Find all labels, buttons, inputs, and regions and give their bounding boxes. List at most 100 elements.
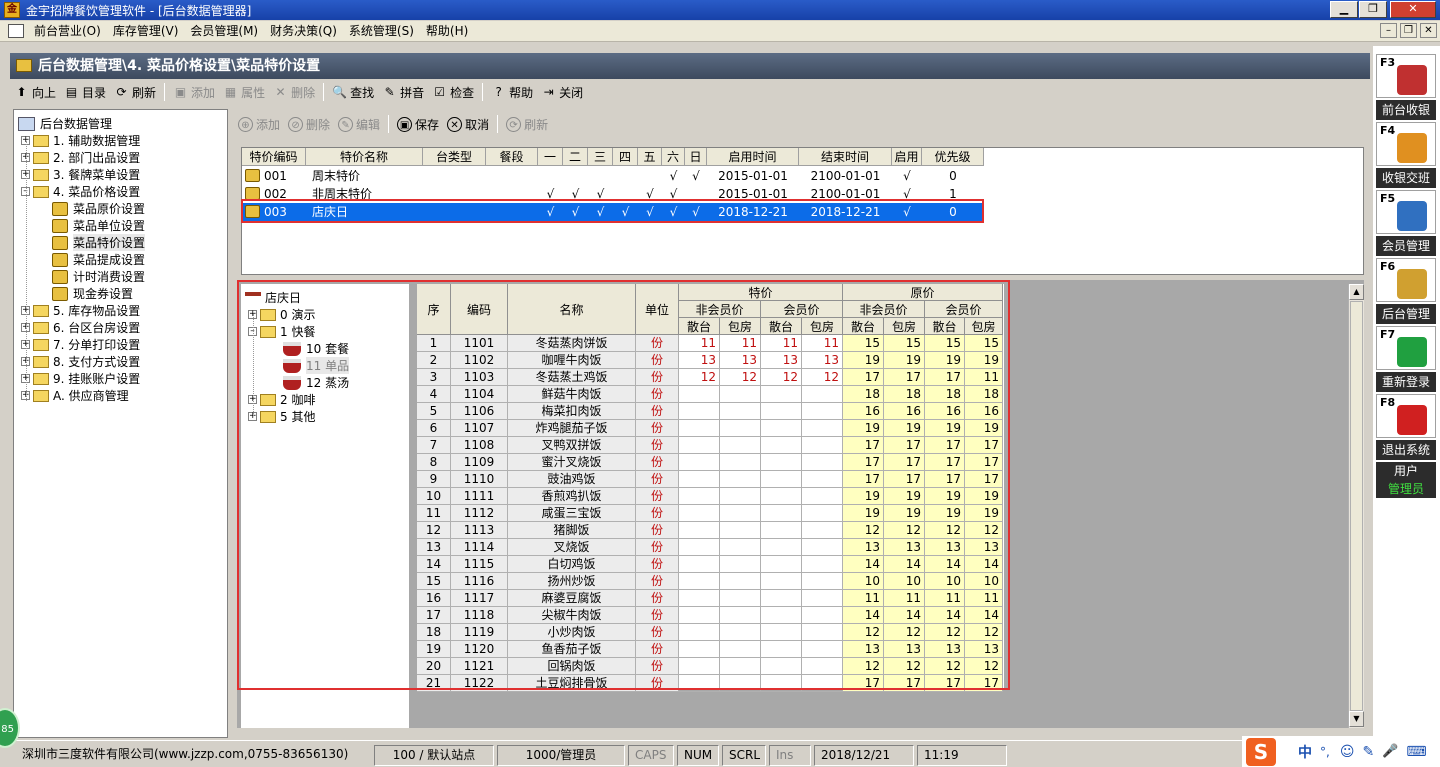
quick-button-label: 重新登录	[1376, 372, 1436, 392]
ime-emoji-icon[interactable]: ☺	[1340, 744, 1355, 760]
tree-node[interactable]: +3. 餐牌菜单设置	[21, 166, 140, 183]
tree-node[interactable]: 菜品特价设置	[52, 234, 146, 251]
special-grid-header[interactable]: 五	[638, 148, 662, 166]
special-grid-cell: √	[903, 169, 911, 183]
special-grid-header[interactable]: 特价编码	[242, 148, 306, 166]
scroll-up-button[interactable]: ▲	[1349, 284, 1364, 300]
toolbar-button-label: 查找	[350, 85, 375, 100]
tree-node[interactable]: + A. 供应商管理	[21, 387, 129, 404]
sogou-logo-icon[interactable]: S	[1246, 737, 1276, 766]
close-button[interactable]: ✕	[1390, 1, 1436, 18]
toolbar-find-button[interactable]: 🔍 查找	[328, 81, 378, 103]
special-grid-header[interactable]: 台类型	[423, 148, 486, 166]
mdi-doc-icon[interactable]	[8, 24, 24, 38]
mdi-close-button[interactable]: ✕	[1420, 23, 1437, 38]
tree-node[interactable]: +2. 部门出品设置	[21, 149, 140, 166]
special-grid-header[interactable]: 结束时间	[799, 148, 892, 166]
menu-inventory[interactable]: 库存管理(V)	[107, 21, 185, 41]
maximize-button[interactable]: ❐	[1359, 1, 1387, 18]
tree-node[interactable]: +8. 支付方式设置	[21, 353, 140, 370]
power-icon	[1397, 405, 1427, 435]
tree-root[interactable]: 后台数据管理	[18, 115, 112, 132]
tree-node[interactable]: +1. 辅助数据管理	[21, 132, 140, 149]
minimize-button[interactable]: ▁	[1330, 1, 1358, 18]
menu-finance[interactable]: 财务决策(Q)	[264, 21, 343, 41]
toolbar-delete-button[interactable]: ✕ 删除	[269, 81, 319, 103]
toolbar-close-door-button[interactable]: ⇥ 关闭	[537, 81, 587, 103]
breadcrumb-text: 后台数据管理\4. 菜品价格设置\菜品特价设置	[38, 58, 321, 74]
toolbar-check-button[interactable]: ☑ 检查	[428, 81, 478, 103]
special-grid-header[interactable]: 启用	[892, 148, 922, 166]
close-door-icon: ⇥	[543, 84, 554, 99]
quick-hourglass-button[interactable]: F7	[1376, 326, 1436, 370]
ime-lang-toggle[interactable]: 中	[1298, 742, 1312, 762]
tree-node[interactable]: –4. 菜品价格设置	[21, 183, 140, 200]
menu-system[interactable]: 系统管理(S)	[343, 21, 420, 41]
ime-keyboard-icon[interactable]: ⌨	[1406, 744, 1426, 760]
toolbar-folders-button[interactable]: ▤ 目录	[60, 81, 110, 103]
special-grid-row[interactable]: 001 周末特价 √ √ 2015-01-01 2100-01-01 √ 0	[242, 167, 984, 185]
ime-punct-toggle[interactable]: °,	[1320, 745, 1330, 759]
special-grid-header[interactable]: 特价名称	[306, 148, 423, 166]
tree-node[interactable]: +7. 分单打印设置	[21, 336, 140, 353]
special-grid-header[interactable]: 六	[662, 148, 685, 166]
special-grid-header[interactable]: 三	[588, 148, 613, 166]
quick-tools-button[interactable]: F6	[1376, 258, 1436, 302]
quick-members-button[interactable]: F5	[1376, 190, 1436, 234]
special-grid-header[interactable]: 一	[538, 148, 563, 166]
scroll-down-button[interactable]: ▼	[1349, 711, 1364, 727]
special-grid-cell	[638, 167, 662, 185]
leaf-node-icon	[52, 218, 68, 233]
special-grid-cell: √	[692, 169, 700, 183]
special-grid-header[interactable]: 二	[563, 148, 588, 166]
mdi-restore-button[interactable]: ❐	[1400, 23, 1417, 38]
tree-guide-line	[26, 141, 27, 401]
edit-save-button[interactable]: ▣ 保存	[393, 113, 443, 135]
scroll-thumb[interactable]	[1350, 301, 1363, 711]
special-grid-header[interactable]: 餐段	[486, 148, 538, 166]
tree-node[interactable]: 菜品单位设置	[52, 217, 145, 234]
quick-handover-button[interactable]: F4	[1376, 122, 1436, 166]
edit-cancel-button[interactable]: ✕ 取消	[443, 113, 493, 135]
tree-node[interactable]: +5. 库存物品设置	[21, 302, 140, 319]
edit-edit-circle-button[interactable]: ✎ 编辑	[334, 113, 384, 135]
menu-members[interactable]: 会员管理(M)	[184, 21, 264, 41]
quick-power-button[interactable]: F8	[1376, 394, 1436, 438]
ime-mic-icon[interactable]: 🎤	[1382, 744, 1398, 759]
special-grid-header[interactable]: 优先级	[922, 148, 984, 166]
toolbar-button-label: 检查	[450, 85, 475, 100]
function-key-label: F3	[1380, 56, 1396, 69]
toolbar-up-folder-button[interactable]: ⬆ 向上	[10, 81, 60, 103]
menu-help[interactable]: 帮助(H)	[420, 21, 474, 41]
tree-node[interactable]: 菜品提成设置	[52, 251, 145, 268]
special-grid-header[interactable]: 日	[685, 148, 707, 166]
hourglass-icon	[1397, 337, 1427, 367]
tree-node-label: 1. 辅助数据管理	[53, 134, 141, 148]
special-grid-header[interactable]: 四	[613, 148, 638, 166]
folder-icon	[33, 304, 49, 317]
tree-node[interactable]: +9. 挂账账户设置	[21, 370, 140, 387]
menu-frontdesk[interactable]: 前台营业(O)	[28, 21, 107, 41]
ime-pen-icon[interactable]: ✎	[1362, 744, 1374, 760]
navigation-tree[interactable]: 后台数据管理 +1. 辅助数据管理 +2. 部门出品设置 +3. 餐牌菜单设置 –4.…	[13, 109, 228, 738]
toolbar-add-button[interactable]: ▣ 添加	[169, 81, 219, 103]
mdi-minimize-button[interactable]: –	[1380, 23, 1397, 38]
toolbar-properties-button[interactable]: ▦ 属性	[219, 81, 269, 103]
toolbar-button-label: 向上	[32, 85, 57, 100]
edit-add-circle-button[interactable]: ⊕ 添加	[234, 113, 284, 135]
special-grid-header[interactable]: 启用时间	[707, 148, 799, 166]
edit-delete-circle-button[interactable]: ⊘ 删除	[284, 113, 334, 135]
toolbar-help-button[interactable]: ? 帮助	[487, 81, 537, 103]
tree-node[interactable]: +6. 台区台房设置	[21, 319, 140, 336]
vertical-scrollbar[interactable]: ▲ ▼	[1348, 284, 1364, 728]
tree-node[interactable]: 计时消费设置	[52, 268, 145, 285]
edit-refresh-button[interactable]: ⟳ 刷新	[502, 113, 552, 135]
tree-node[interactable]: 现金券设置	[52, 285, 133, 302]
tree-node[interactable]: 菜品原价设置	[52, 200, 145, 217]
quick-cashier-button[interactable]: F3	[1376, 54, 1436, 98]
quick-button-label: 收银交班	[1376, 168, 1436, 188]
toolbar-refresh-button[interactable]: ⟳ 刷新	[110, 81, 160, 103]
path-folder-icon	[16, 59, 32, 72]
special-grid-cell: 周末特价	[312, 169, 361, 183]
toolbar-pinyin-button[interactable]: ✎ 拼音	[378, 81, 428, 103]
